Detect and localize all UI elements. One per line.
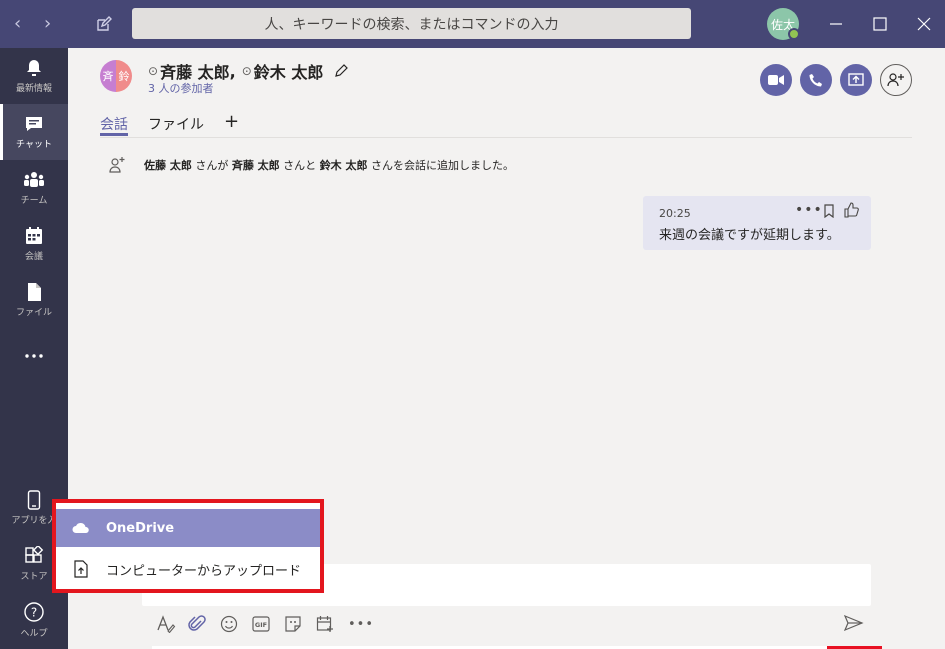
rail-label: ヘルプ — [20, 629, 48, 639]
chat-tabs: 会話 ファイル + — [100, 113, 239, 138]
svg-text:?: ? — [31, 606, 37, 620]
forward-icon[interactable]: › — [44, 14, 51, 34]
compose-toolbar: GIF ••• — [156, 614, 380, 634]
system-actor: 佐藤 太郎 — [144, 159, 192, 172]
more-options-icon[interactable]: ••• — [795, 202, 823, 218]
rail-item-meetings[interactable]: 会議 — [0, 216, 68, 272]
add-people-icon — [887, 73, 904, 87]
video-call-button[interactable] — [760, 64, 792, 96]
message-timestamp: 20:25 — [659, 207, 691, 220]
video-icon — [768, 75, 784, 85]
rail-label: チーム — [20, 196, 48, 206]
phone-icon — [27, 490, 41, 510]
tab-conversation[interactable]: 会話 — [100, 114, 128, 136]
share-screen-icon — [848, 73, 864, 86]
tabs-divider — [100, 137, 912, 138]
store-icon — [25, 546, 44, 563]
participants-link[interactable]: 3 人の参加者 — [148, 80, 214, 96]
rail-label: アプリを入 — [11, 516, 57, 526]
upload-file-icon — [56, 560, 106, 578]
status-available-icon — [788, 28, 800, 40]
maximize-icon[interactable] — [870, 14, 890, 34]
phone-call-icon — [809, 74, 822, 87]
status-icon: ⊙ — [148, 64, 159, 78]
rail-label: ファイル — [15, 308, 52, 318]
svg-text:GIF: GIF — [255, 621, 267, 629]
cloud-icon — [56, 522, 106, 534]
rail-item-more[interactable] — [0, 328, 68, 384]
emoji-icon[interactable] — [220, 614, 252, 634]
rail-label: 会議 — [24, 252, 43, 262]
new-chat-icon[interactable] — [94, 14, 114, 34]
system-text: さんを会話に追加しました。 — [367, 159, 515, 172]
attach-menu: OneDrive コンピューターからアップロード — [52, 499, 324, 593]
message-bubble[interactable]: 20:25 ••• 来週の会議ですが延期します。 — [643, 196, 871, 250]
schedule-meeting-icon[interactable] — [316, 614, 348, 634]
menu-item-label: コンピューターからアップロード — [106, 563, 302, 579]
system-text: さんと — [279, 159, 320, 172]
close-icon[interactable] — [914, 14, 934, 34]
avatar-right: 鈴 — [116, 60, 132, 92]
more-compose-icon[interactable]: ••• — [348, 614, 380, 634]
more-icon — [25, 354, 43, 358]
attach-icon[interactable] — [188, 614, 220, 634]
system-person: 鈴木 太郎 — [319, 159, 368, 172]
minimize-icon[interactable] — [826, 14, 846, 34]
add-tab-button[interactable]: + — [224, 113, 239, 131]
share-screen-button[interactable] — [840, 64, 872, 96]
rail-label: チャット — [16, 140, 52, 150]
sticker-icon[interactable] — [284, 614, 316, 634]
title-bar: ‹ › 人、キーワードの検索、またはコマンドの入力 佐太 — [0, 0, 945, 48]
tab-files[interactable]: ファイル — [148, 114, 204, 136]
group-avatar: 斉 鈴 — [100, 60, 132, 92]
calendar-icon — [26, 227, 42, 244]
avatar-left: 斉 — [100, 60, 116, 92]
add-people-button[interactable] — [880, 64, 912, 96]
format-icon[interactable] — [156, 614, 188, 634]
rail-item-chat[interactable]: チャット — [0, 104, 68, 160]
rail-item-help[interactable]: ? ヘルプ — [0, 592, 68, 648]
send-icon[interactable] — [844, 614, 864, 632]
title-separator: , — [229, 61, 236, 81]
menu-item-label: OneDrive — [106, 520, 175, 536]
teams-icon — [24, 172, 44, 187]
menu-item-onedrive[interactable]: OneDrive — [56, 509, 320, 547]
rail-item-teams[interactable]: チーム — [0, 160, 68, 216]
file-icon — [28, 283, 41, 301]
system-person: 斉藤 太郎 — [231, 159, 280, 172]
chat-member-2: 鈴木 太郎 — [253, 63, 324, 82]
message-text: 来週の会議ですが延期します。 — [659, 228, 840, 243]
menu-item-upload-from-computer[interactable]: コンピューターからアップロード — [56, 549, 320, 589]
bell-icon — [27, 60, 41, 76]
bookmark-icon[interactable] — [823, 204, 835, 218]
rail-label: ストア — [20, 572, 48, 582]
help-icon: ? — [24, 602, 44, 622]
rail-item-files[interactable]: ファイル — [0, 272, 68, 328]
system-message-text: 佐藤 太郎 さんが 斉藤 太郎 さんと 鈴木 太郎 さんを会話に追加しました。 — [144, 157, 514, 173]
gif-icon[interactable]: GIF — [252, 614, 284, 634]
search-input[interactable]: 人、キーワードの検索、またはコマンドの入力 — [132, 8, 691, 39]
status-icon: ⊙ — [241, 64, 252, 78]
like-icon[interactable] — [843, 202, 859, 218]
audio-call-button[interactable] — [800, 64, 832, 96]
chat-icon — [26, 117, 42, 131]
rail-item-activity[interactable]: 最新情報 — [0, 48, 68, 104]
back-icon[interactable]: ‹ — [14, 14, 21, 34]
add-person-icon — [109, 157, 125, 173]
system-text: さんが — [191, 159, 232, 172]
edit-pencil-icon[interactable] — [333, 63, 349, 79]
system-message: 佐藤 太郎 さんが 斉藤 太郎 さんと 鈴木 太郎 さんを会話に追加しました。 — [108, 156, 514, 174]
rail-label: 最新情報 — [15, 84, 52, 94]
